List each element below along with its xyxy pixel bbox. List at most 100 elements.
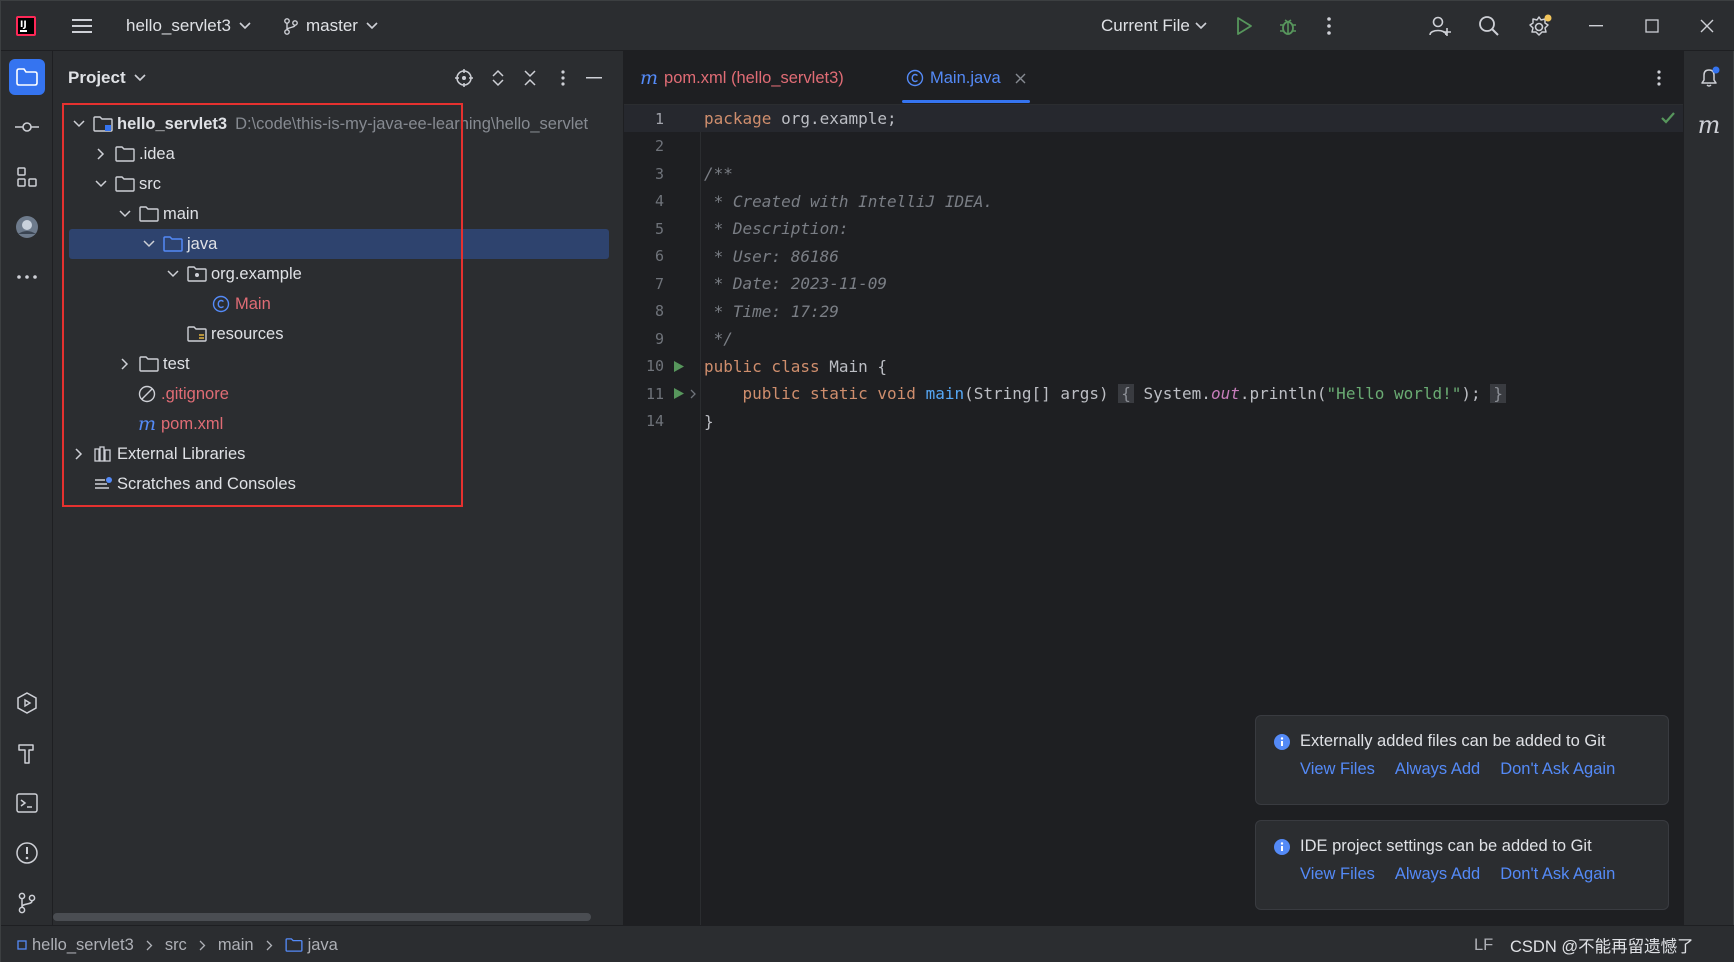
code-text: package org.example;: [704, 109, 897, 128]
plugin-avatar-icon[interactable]: [9, 209, 45, 245]
code-line[interactable]: 3 /**: [624, 160, 1685, 187]
run-button[interactable]: [1235, 1, 1253, 51]
code-line[interactable]: 9 */: [624, 325, 1685, 352]
fold-chevron-icon[interactable]: [690, 389, 696, 399]
search-icon[interactable]: [1478, 1, 1500, 51]
view-files-link[interactable]: View Files: [1300, 865, 1375, 884]
commit-icon: [15, 122, 39, 132]
svg-text:IJ: IJ: [20, 20, 27, 30]
maven-tool-button[interactable]: m: [1691, 107, 1727, 143]
problems-tool-button[interactable]: [9, 835, 45, 871]
notification-title: Externally added files can be added to G…: [1300, 732, 1606, 750]
java-class-icon: [906, 69, 924, 87]
code-token: public class: [704, 356, 820, 376]
breadcrumb-separator-icon: [146, 940, 153, 951]
project-tool-button[interactable]: [9, 59, 45, 95]
info-icon: [1274, 734, 1290, 750]
services-tool-button[interactable]: [9, 685, 45, 721]
hammer-icon: [18, 744, 34, 764]
debug-button[interactable]: [1277, 1, 1299, 51]
code-line[interactable]: 10 public class Main {: [624, 353, 1685, 380]
structure-tool-button[interactable]: [9, 159, 45, 195]
code-fold-marker[interactable]: }: [1490, 384, 1506, 403]
bug-icon: [1280, 19, 1296, 35]
project-switcher[interactable]: hello_servlet3: [126, 1, 251, 51]
code-fold-marker[interactable]: {: [1118, 384, 1134, 403]
code-line[interactable]: 2: [624, 133, 1685, 160]
breadcrumb-item[interactable]: main: [218, 936, 254, 955]
terminal-tool-button[interactable]: [9, 785, 45, 821]
run-gutter-icon[interactable]: [673, 360, 685, 373]
branch-switcher[interactable]: master: [283, 1, 378, 51]
code-token: (String[] args): [964, 384, 1109, 403]
maven-icon: m: [1697, 111, 1721, 139]
notification-title: IDE project settings can be added to Git: [1300, 837, 1592, 855]
hide-panel-icon[interactable]: [584, 68, 604, 88]
notifications-bell-icon[interactable]: [1691, 59, 1727, 95]
tab-options-icon[interactable]: [1656, 51, 1662, 105]
breadcrumb-item[interactable]: src: [165, 936, 187, 955]
code-line[interactable]: 14 }: [624, 408, 1685, 435]
line-number: 5: [654, 219, 664, 238]
chevron-down-icon: [239, 22, 251, 30]
code-line[interactable]: 5 * Description:: [624, 215, 1685, 242]
dont-ask-again-link[interactable]: Don't Ask Again: [1500, 760, 1615, 779]
build-tool-button[interactable]: [9, 735, 45, 771]
notification-actions: View Files Always Add Don't Ask Again: [1300, 865, 1615, 884]
ide-window: IJ hello_servlet3 master Current File Pr…: [0, 0, 1734, 962]
line-separator-widget[interactable]: LF: [1474, 926, 1493, 962]
breadcrumb-item[interactable]: hello_servlet3: [32, 936, 134, 955]
code-line[interactable]: 11 public static void main(String[] args…: [624, 380, 1685, 407]
add-user-icon[interactable]: [1428, 1, 1452, 51]
line-number: 2: [654, 137, 664, 155]
highlight-annotation-box: [62, 103, 463, 507]
always-add-link[interactable]: Always Add: [1395, 865, 1480, 884]
code-line[interactable]: 4 * Created with IntelliJ IDEA.: [624, 188, 1685, 215]
source-folder-icon: [285, 938, 303, 952]
code-token: public static void: [742, 384, 916, 403]
run-gutter-icon[interactable]: [673, 387, 685, 400]
expand-all-icon[interactable]: [488, 68, 508, 88]
project-view-selector[interactable]: Project: [68, 51, 146, 105]
maximize-icon[interactable]: [1645, 1, 1659, 51]
terminal-icon: [16, 793, 38, 813]
line-number: 6: [654, 247, 664, 265]
code-comment: * Created with IntelliJ IDEA.: [704, 191, 993, 211]
code-line[interactable]: 6 * User: 86186: [624, 243, 1685, 270]
collapse-all-icon[interactable]: [520, 68, 540, 88]
inspection-ok-icon[interactable]: [1660, 111, 1676, 125]
intellij-logo-icon[interactable]: IJ: [15, 1, 37, 51]
more-tools-icon[interactable]: [9, 259, 45, 295]
dont-ask-again-link[interactable]: Don't Ask Again: [1500, 865, 1615, 884]
code-line[interactable]: 7 * Date: 2023-11-09: [624, 270, 1685, 297]
close-window-icon[interactable]: [1700, 1, 1714, 51]
active-tab-indicator: [902, 100, 1030, 103]
close-tab-icon[interactable]: [1015, 73, 1026, 84]
code-line[interactable]: 1 package org.example;: [624, 105, 1685, 132]
horizontal-scrollbar[interactable]: [53, 913, 591, 921]
line-number: 1: [654, 109, 664, 128]
code-line[interactable]: 8 * Time: 17:29: [624, 298, 1685, 325]
breadcrumb-separator-icon: [199, 940, 206, 951]
view-files-link[interactable]: View Files: [1300, 760, 1375, 779]
minimize-icon[interactable]: [1589, 1, 1603, 51]
always-add-link[interactable]: Always Add: [1395, 760, 1480, 779]
project-panel-title: Project: [68, 68, 126, 87]
main-menu-icon[interactable]: [71, 1, 93, 51]
editor-tabs: m pom.xml (hello_servlet3) Main.java: [624, 51, 1685, 105]
settings-gear-icon[interactable]: [1527, 1, 1553, 51]
breadcrumb-item[interactable]: java: [308, 936, 338, 955]
services-icon: [17, 692, 37, 714]
tab-pom[interactable]: m pom.xml (hello_servlet3): [640, 51, 844, 105]
run-config-selector[interactable]: Current File: [1101, 1, 1207, 51]
code-comment: * Time: 17:29: [704, 301, 839, 321]
locate-file-icon[interactable]: [454, 68, 474, 88]
commit-tool-button[interactable]: [9, 109, 45, 145]
maven-icon: m: [640, 67, 659, 89]
notification-git-files: Externally added files can be added to G…: [1255, 715, 1669, 805]
tab-main-java[interactable]: Main.java: [906, 51, 1026, 105]
options-icon[interactable]: [553, 68, 573, 88]
git-tool-button[interactable]: [9, 885, 45, 921]
more-actions-icon[interactable]: [1326, 1, 1332, 51]
tab-label: pom.xml (hello_servlet3): [664, 68, 844, 87]
